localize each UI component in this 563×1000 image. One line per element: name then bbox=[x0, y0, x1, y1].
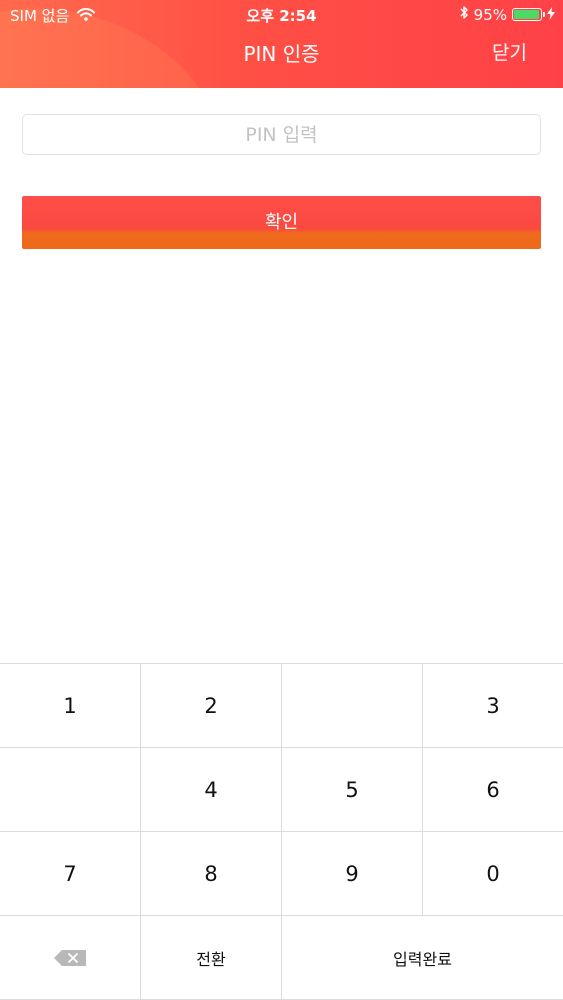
battery-cap bbox=[543, 12, 545, 17]
battery-percent: 95% bbox=[473, 5, 507, 24]
key-6[interactable]: 6 bbox=[423, 748, 563, 832]
key-3[interactable]: 3 bbox=[423, 664, 563, 748]
key-blank[interactable] bbox=[0, 748, 141, 832]
pin-input[interactable] bbox=[22, 114, 541, 155]
key-2[interactable]: 2 bbox=[141, 664, 282, 748]
key-7[interactable]: 7 bbox=[0, 832, 141, 916]
key-5[interactable]: 5 bbox=[282, 748, 423, 832]
status-bar: SIM 없음 오후 2:54 95% bbox=[0, 0, 563, 30]
backspace-icon bbox=[54, 949, 86, 966]
page-title: PIN 인증 bbox=[243, 42, 320, 66]
battery-icon bbox=[512, 8, 545, 21]
close-button[interactable]: 닫기 bbox=[492, 38, 527, 65]
switch-key[interactable]: 전환 bbox=[141, 916, 282, 1000]
key-8[interactable]: 8 bbox=[141, 832, 282, 916]
battery-level-fill bbox=[514, 10, 539, 19]
confirm-button[interactable]: 확인 bbox=[22, 196, 541, 249]
charging-icon bbox=[547, 6, 555, 24]
header-bar: SIM 없음 오후 2:54 95% PIN 인증 닫기 bbox=[0, 0, 563, 88]
backspace-key[interactable] bbox=[0, 916, 141, 1000]
done-key[interactable]: 입력완료 bbox=[282, 916, 563, 1000]
key-4[interactable]: 4 bbox=[141, 748, 282, 832]
key-1[interactable]: 1 bbox=[0, 664, 141, 748]
numeric-keypad: 1 2 3 4 5 6 7 8 9 0 전환 입력완료 bbox=[0, 663, 563, 1000]
key-0[interactable]: 0 bbox=[423, 832, 563, 916]
status-right: 95% bbox=[459, 5, 555, 24]
key-9[interactable]: 9 bbox=[282, 832, 423, 916]
bluetooth-icon bbox=[459, 5, 469, 24]
key-blank[interactable] bbox=[282, 664, 423, 748]
